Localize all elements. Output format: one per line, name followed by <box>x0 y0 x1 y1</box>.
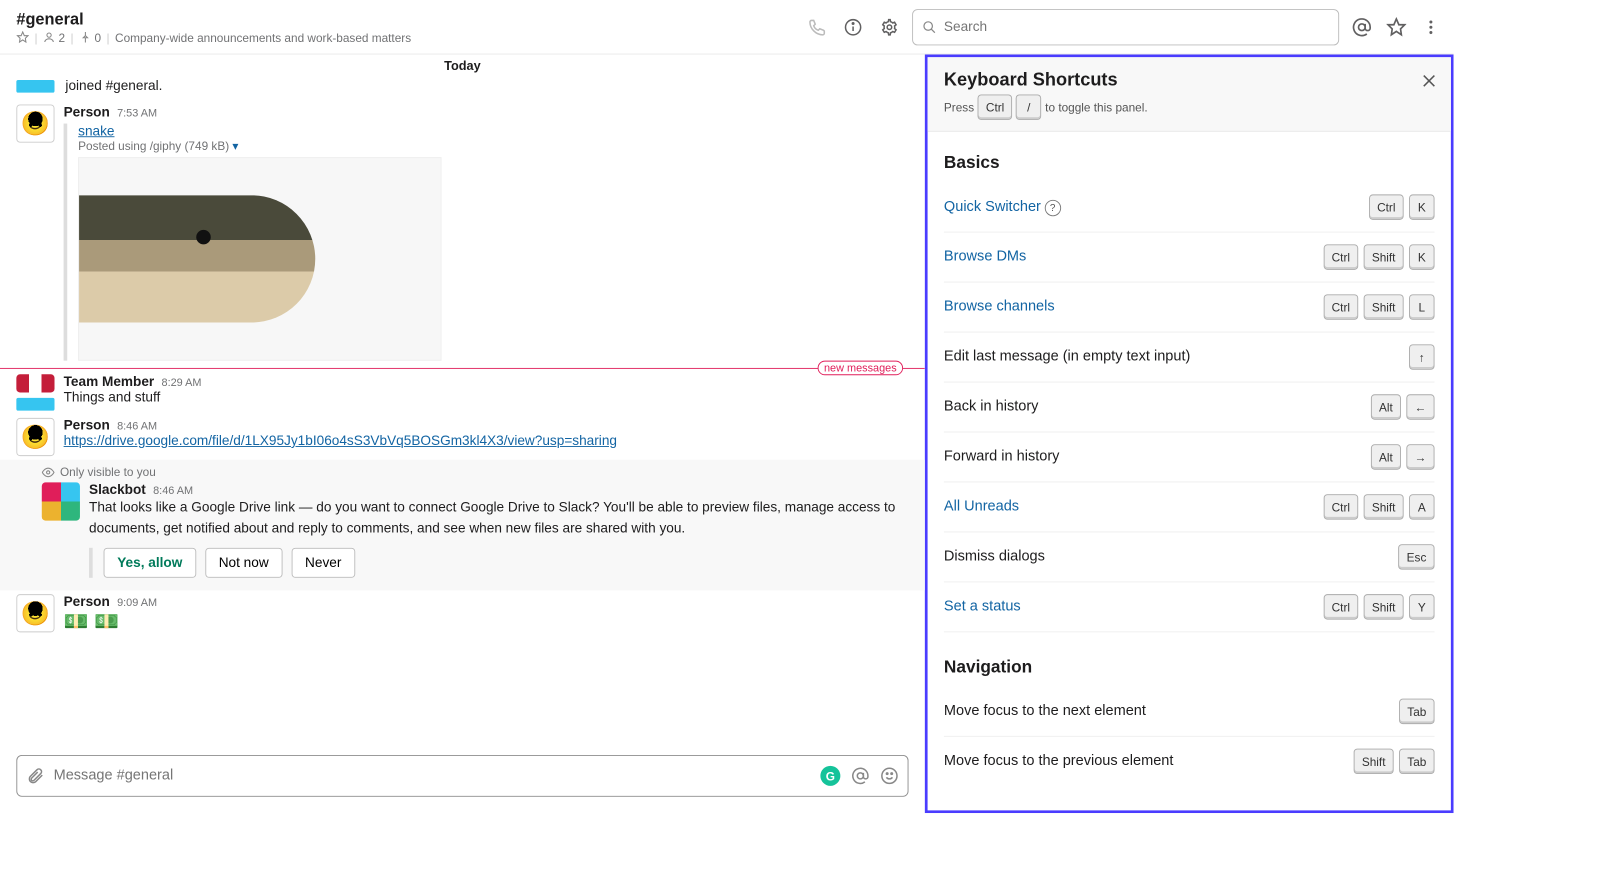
shortcut-label: Edit last message (in empty text input) <box>944 349 1190 365</box>
shortcut-label[interactable]: Browse channels <box>944 299 1055 315</box>
shortcut-row: Set a status CtrlShiftY <box>944 582 1435 632</box>
message: 🙂 Person 7:53 AM snake Posted using /gip… <box>0 101 925 364</box>
date-divider: Today <box>0 55 925 77</box>
attachment-meta: Posted using /giphy (749 kB) <box>78 139 229 153</box>
shortcut-row: All Unreads CtrlShiftA <box>944 482 1435 532</box>
star-icon[interactable] <box>1386 17 1406 37</box>
mentions-icon[interactable] <box>1352 17 1372 37</box>
gear-icon[interactable] <box>879 17 899 37</box>
avatar[interactable] <box>42 482 80 520</box>
shortcut-row: Back in history Alt← <box>944 382 1435 432</box>
attachment-title[interactable]: snake <box>78 124 114 139</box>
message: 🙂 Person 8:46 AM https://drive.google.co… <box>0 414 925 459</box>
mention-icon[interactable] <box>851 767 869 785</box>
ephemeral-message: Only visible to you Slackbot 8:46 AM Tha… <box>0 460 925 591</box>
avatar[interactable]: 🙂 <box>16 418 54 456</box>
yes-allow-button[interactable]: Yes, allow <box>104 548 196 578</box>
shortcut-row: Forward in history Alt→ <box>944 432 1435 482</box>
emoji-icon[interactable] <box>880 767 898 785</box>
message-sender[interactable]: Person <box>64 594 110 609</box>
never-button[interactable]: Never <box>291 548 355 578</box>
message-link[interactable]: https://drive.google.com/file/d/1LX95Jy1… <box>64 433 617 448</box>
message-text: 💵 💵 <box>64 610 909 634</box>
message-text: That looks like a Google Drive link — do… <box>89 498 908 539</box>
attachment-image[interactable] <box>78 157 441 361</box>
shortcut-label: Move focus to the next element <box>944 703 1146 719</box>
close-icon[interactable] <box>1420 72 1438 90</box>
message-composer[interactable]: G <box>16 755 908 797</box>
shortcut-row: Move focus to the previous element Shift… <box>944 737 1435 786</box>
channel-header: #general | 2 | 0 | Company-wide announce… <box>0 0 1454 55</box>
pinned-count[interactable]: 0 <box>79 30 101 44</box>
channel-name[interactable]: #general <box>16 10 806 29</box>
shortcut-label[interactable]: Browse DMs <box>944 249 1026 265</box>
message-time: 8:29 AM <box>162 376 202 389</box>
shortcut-label: Back in history <box>944 399 1039 415</box>
system-message: joined #general. <box>0 76 925 101</box>
message-time: 8:46 AM <box>117 420 157 433</box>
channel-topic[interactable]: Company-wide announcements and work-base… <box>115 30 411 44</box>
shortcut-label: Forward in history <box>944 449 1060 465</box>
search-icon <box>922 20 937 35</box>
avatar[interactable]: 🙂 <box>16 594 54 632</box>
message-sender[interactable]: Person <box>64 418 110 433</box>
eye-icon <box>42 466 55 479</box>
message-list: Today joined #general. 🙂 Person 7:53 AM <box>0 55 925 814</box>
avatar[interactable] <box>16 374 54 392</box>
message-sender[interactable]: Team Member <box>64 374 155 389</box>
more-icon[interactable] <box>1421 17 1441 37</box>
message-sender[interactable]: Person <box>64 104 110 119</box>
message-text: Things and stuff <box>64 390 909 405</box>
keyboard-shortcuts-panel: Keyboard Shortcuts Press Ctrl / to toggl… <box>925 55 1454 814</box>
message: Team Member 8:29 AM Things and stuff <box>0 371 925 415</box>
star-channel[interactable] <box>16 31 29 44</box>
shortcut-label[interactable]: All Unreads <box>944 499 1019 515</box>
avatar[interactable]: 🙂 <box>16 104 54 142</box>
shortcut-label[interactable]: Quick Switcher <box>944 199 1041 214</box>
shortcut-row: Quick Switcher? CtrlK <box>944 183 1435 233</box>
shortcut-row: Edit last message (in empty text input) … <box>944 333 1435 383</box>
info-icon[interactable] <box>843 17 863 37</box>
message-time: 9:09 AM <box>117 596 157 609</box>
grammarly-icon[interactable]: G <box>820 766 840 786</box>
member-count[interactable]: 2 <box>43 30 65 44</box>
shortcut-row: Browse DMs CtrlShiftK <box>944 233 1435 283</box>
panel-title: Keyboard Shortcuts <box>944 70 1435 91</box>
message-sender[interactable]: Slackbot <box>89 482 146 497</box>
shortcut-label: Dismiss dialogs <box>944 549 1045 565</box>
message-time: 7:53 AM <box>117 106 157 119</box>
shortcut-row: Browse channels CtrlShiftL <box>944 283 1435 333</box>
message: 🙂 Person 9:09 AM 💵 💵 <box>0 591 925 637</box>
composer-input[interactable] <box>54 768 812 784</box>
section-basics: Basics <box>944 154 1435 174</box>
shortcut-row: Move focus to the next element Tab <box>944 687 1435 737</box>
shortcut-row: Dismiss dialogs Esc <box>944 532 1435 582</box>
paperclip-icon[interactable] <box>26 767 44 785</box>
not-now-button[interactable]: Not now <box>205 548 282 578</box>
chevron-down-icon[interactable]: ▾ <box>232 139 238 153</box>
phone-icon[interactable] <box>807 17 827 37</box>
new-messages-divider: new messages <box>0 368 925 369</box>
shortcut-label: Move focus to the previous element <box>944 753 1173 769</box>
message-time: 8:46 AM <box>153 484 193 497</box>
help-icon[interactable]: ? <box>1045 199 1061 215</box>
section-navigation: Navigation <box>944 658 1435 678</box>
shortcut-label[interactable]: Set a status <box>944 599 1021 615</box>
search-input[interactable] <box>912 9 1339 45</box>
